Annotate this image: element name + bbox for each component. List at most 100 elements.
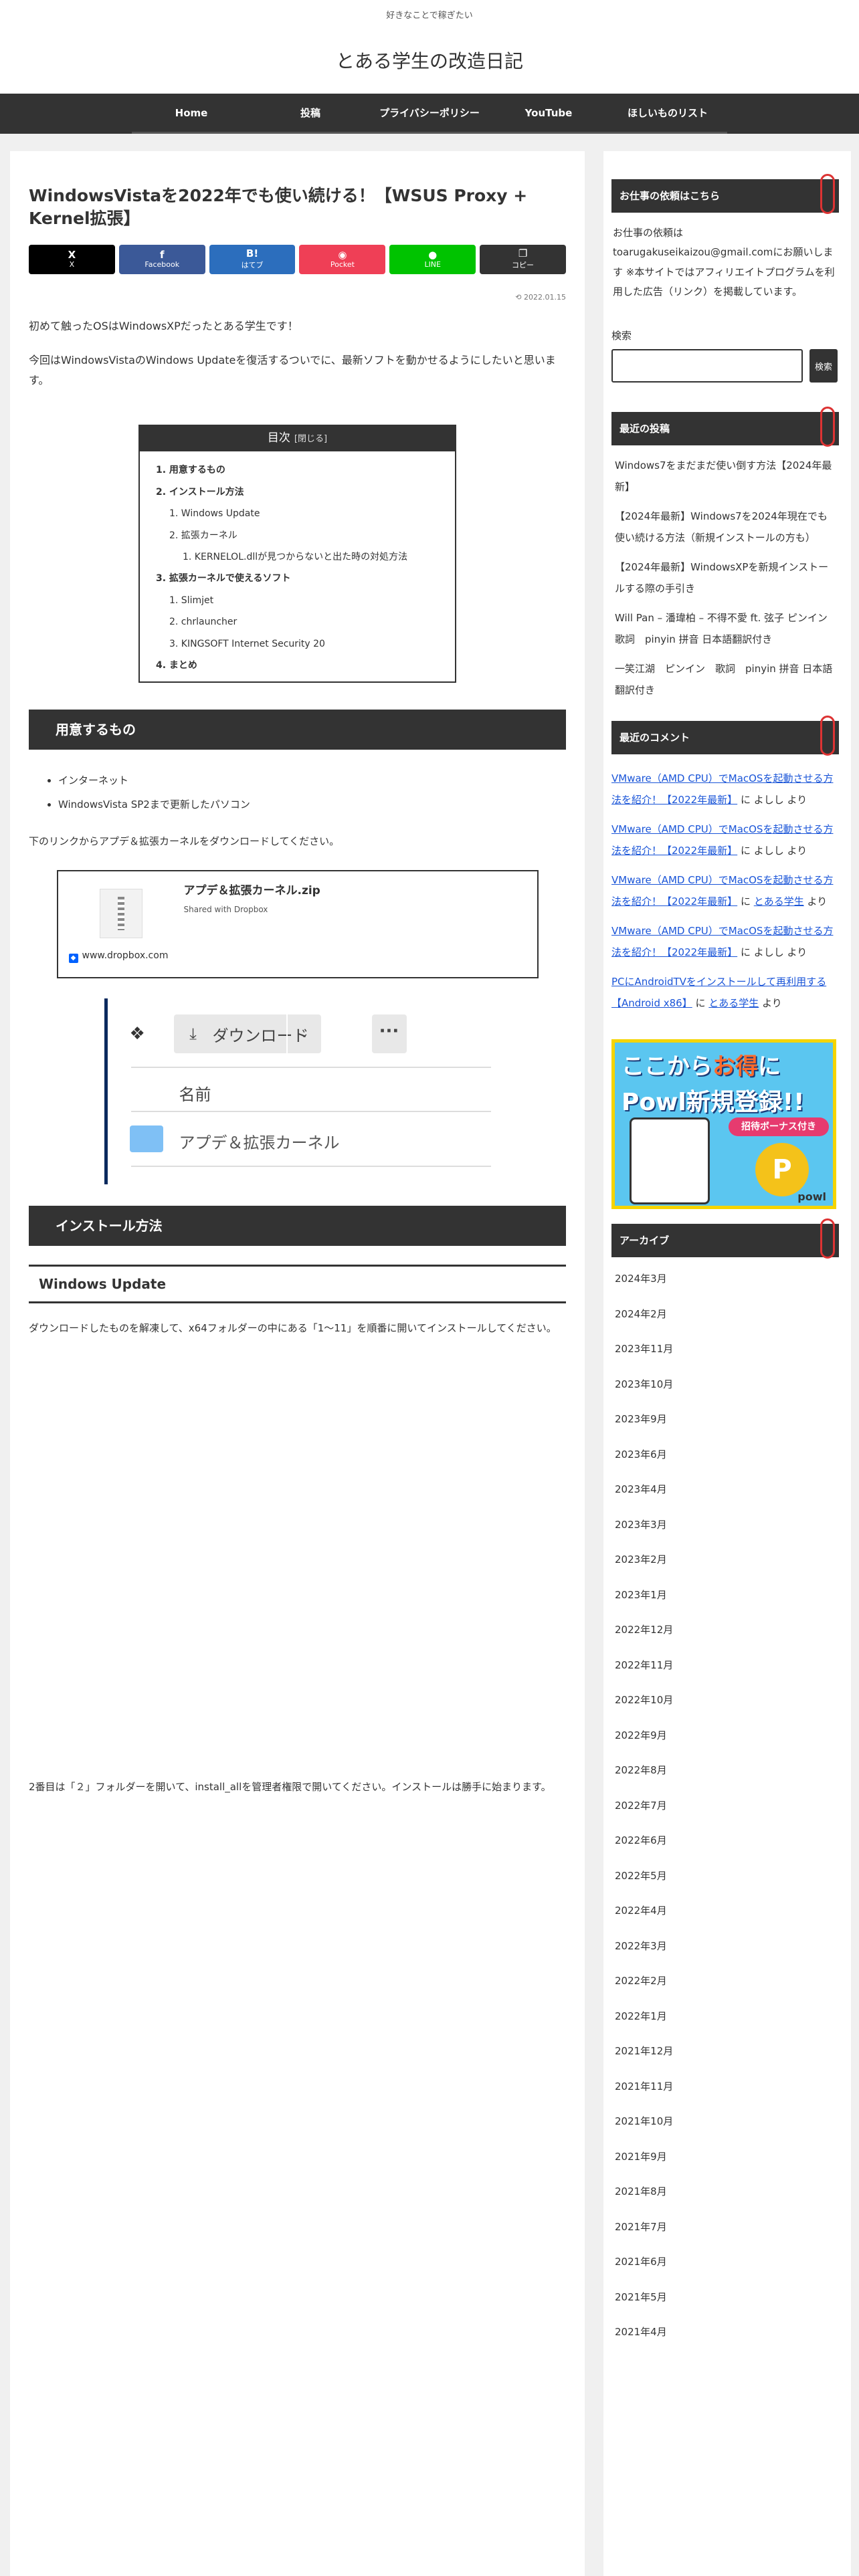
share-icon: X bbox=[68, 248, 76, 261]
toc-item[interactable]: 4. まとめ bbox=[156, 655, 443, 676]
dropbox-subtitle: Shared with Dropbox bbox=[183, 905, 268, 915]
share-button-line[interactable]: ● LINE bbox=[389, 244, 476, 274]
archive-link[interactable]: 2022年6月 bbox=[615, 1828, 839, 1864]
share-icon: ❐ bbox=[518, 247, 528, 260]
archive-link[interactable]: 2021年5月 bbox=[615, 2285, 839, 2321]
archive-link[interactable]: 2024年2月 bbox=[615, 1302, 839, 1337]
more-icon: ··· bbox=[371, 1014, 407, 1054]
banner-headline: ここからお得に bbox=[622, 1048, 781, 1081]
archive-link[interactable]: 2021年11月 bbox=[615, 2074, 839, 2110]
widget-title: アーカイブ bbox=[619, 1235, 670, 1247]
archive-link[interactable]: 2023年10月 bbox=[615, 1372, 839, 1408]
nav-item-posts[interactable]: 投稿 bbox=[251, 94, 370, 134]
toc-item[interactable]: 1. Slimjet bbox=[156, 590, 443, 611]
widget-header-recent-posts: 最近の投稿 bbox=[611, 407, 839, 447]
toc-item[interactable]: 2. インストール方法 bbox=[156, 481, 443, 503]
archive-link[interactable]: 2021年6月 bbox=[615, 2250, 839, 2285]
archive-link[interactable]: 2022年10月 bbox=[615, 1688, 839, 1723]
nav-item-privacy[interactable]: プライバシーポリシー bbox=[370, 94, 489, 134]
dropbox-file-name: アプデ＆拡張カーネル.zip bbox=[183, 884, 320, 898]
toc-item[interactable]: 3. KINGSOFT Internet Security 20 bbox=[156, 633, 443, 655]
widget-title: 最近の投稿 bbox=[619, 423, 670, 435]
archive-link[interactable]: 2023年1月 bbox=[615, 1583, 839, 1618]
share-icon: B! bbox=[246, 247, 259, 260]
toc-item[interactable]: 1. 用意するもの bbox=[156, 459, 443, 481]
archive-link[interactable]: 2024年3月 bbox=[615, 1267, 839, 1302]
recent-post-link[interactable]: Will Pan – 潘瑋柏 – 不得不愛 ft. 弦子 ピンイン 歌詞 pin… bbox=[615, 607, 839, 650]
archive-link[interactable]: 2022年5月 bbox=[615, 1864, 839, 1899]
archive-link[interactable]: 2021年8月 bbox=[615, 2179, 839, 2215]
recent-post-link[interactable]: 一笑江湖 ピンイン 歌詞 pinyin 拼音 日本語翻訳付き bbox=[615, 658, 839, 701]
toc-item[interactable]: 2. chrlauncher bbox=[156, 611, 443, 633]
archive-link[interactable]: 2022年3月 bbox=[615, 1934, 839, 1969]
archive-link[interactable]: 2022年9月 bbox=[615, 1723, 839, 1759]
share-button-x[interactable]: XX bbox=[29, 244, 115, 274]
nav-item-home[interactable]: Home bbox=[132, 94, 251, 134]
heading-windows-update: Windows Update bbox=[29, 1265, 566, 1304]
nav-item-wishlist[interactable]: ほしいものリスト bbox=[608, 94, 727, 134]
dropbox-icon: ◆ bbox=[68, 954, 78, 964]
search-button[interactable]: 検索 bbox=[809, 349, 838, 383]
dropbox-link-card[interactable]: アプデ＆拡張カーネル.zip Shared with Dropbox ◆ www.… bbox=[56, 870, 539, 979]
heading-install: インストール方法 bbox=[29, 1206, 566, 1247]
comment-author[interactable]: とある学生 bbox=[754, 895, 804, 907]
archive-link[interactable]: 2021年9月 bbox=[615, 2145, 839, 2180]
banner-text: に bbox=[758, 1053, 781, 1080]
toc-list: 1. 用意するもの 2. インストール方法 1. Windows Update 2. … bbox=[138, 451, 456, 683]
dropbox-download-button: ⤓ ダウンロード ⌄ bbox=[173, 1014, 321, 1054]
share-button-pocket[interactable]: ◉ Pocket bbox=[299, 244, 386, 274]
recent-comments-list: VMware（AMD CPU）でMacOSを起動させる方法を紹介！【2022年最… bbox=[611, 768, 839, 1014]
recent-post-link[interactable]: 【2024年最新】WindowsXPを新規インストールする際の手引き bbox=[615, 556, 839, 599]
powl-ad-banner[interactable]: ここからお得に Powl新規登録!! 招待ボーナス付き P powl bbox=[611, 1039, 836, 1209]
share-button-facebook[interactable]: f Facebook bbox=[118, 244, 205, 274]
windows-update-instructions: ダウンロードしたものを解凍して、x64フォルダーの中にある「1〜11」を順番に開… bbox=[29, 1322, 557, 1335]
archive-link[interactable]: 2021年7月 bbox=[615, 2215, 839, 2250]
share-label: はてブ bbox=[241, 260, 264, 270]
table-of-contents: 目次 [閉じる] 1. 用意するもの 2. インストール方法 1. Windows U… bbox=[138, 425, 456, 683]
archive-link[interactable]: 2021年10月 bbox=[615, 2109, 839, 2145]
toc-item[interactable]: 1. Windows Update bbox=[156, 503, 443, 524]
recent-post-link[interactable]: Windows7をまだまだ使い倒す方法【2024年最新】 bbox=[615, 455, 839, 498]
comment-author[interactable]: とある学生 bbox=[708, 997, 759, 1009]
work-contact-text: お仕事の依頼は toarugakuseikaizou@gmail.comにお願い… bbox=[613, 227, 835, 298]
dropbox-site-text: www.dropbox.com bbox=[82, 950, 169, 962]
archive-link[interactable]: 2022年7月 bbox=[615, 1794, 839, 1829]
search-input[interactable] bbox=[611, 349, 803, 383]
archive-link[interactable]: 2022年2月 bbox=[615, 1969, 839, 2004]
paperclip-icon bbox=[820, 1218, 835, 1259]
recent-posts-list: Windows7をまだまだ使い倒す方法【2024年最新】 【2024年最新】Win… bbox=[611, 455, 839, 701]
widget-header-recent-comments: 最近のコメント bbox=[611, 716, 839, 756]
heading-prepare: 用意するもの bbox=[29, 710, 566, 750]
site-title[interactable]: とある学生の改造日記 bbox=[0, 47, 859, 74]
post-date-text: 2022.01.15 bbox=[524, 292, 566, 302]
archive-link[interactable]: 2022年1月 bbox=[615, 2004, 839, 2040]
recent-post-link[interactable]: 【2024年最新】Windows7を2024年現在でも使い続ける方法（新規インス… bbox=[615, 506, 839, 548]
toc-toggle-button[interactable]: [閉じる] bbox=[294, 434, 327, 444]
archive-link[interactable]: 2023年9月 bbox=[615, 1407, 839, 1442]
archive-link[interactable]: 2022年11月 bbox=[615, 1653, 839, 1689]
nav-item-youtube[interactable]: YouTube bbox=[489, 94, 608, 134]
toc-item[interactable]: 1. KERNELOL.dllが見つからないと出た時の対処方法 bbox=[156, 546, 443, 568]
archive-link[interactable]: 2021年12月 bbox=[615, 2039, 839, 2074]
archive-link[interactable]: 2022年4月 bbox=[615, 1899, 839, 1934]
archive-link[interactable]: 2023年11月 bbox=[615, 1337, 839, 1372]
archive-link[interactable]: 2021年4月 bbox=[615, 2320, 839, 2355]
share-button-コピー[interactable]: ❐ コピー bbox=[480, 244, 566, 274]
comment-tail: より bbox=[783, 845, 807, 857]
widget-header-archive: アーカイブ bbox=[611, 1218, 839, 1259]
toc-item[interactable]: 2. 拡張カーネル bbox=[156, 525, 443, 546]
site-tagline: 好きなことで稼ぎたい bbox=[386, 11, 473, 21]
archive-link[interactable]: 2023年2月 bbox=[615, 1547, 839, 1583]
archive-link[interactable]: 2023年3月 bbox=[615, 1513, 839, 1548]
archive-link[interactable]: 2023年6月 bbox=[615, 1442, 839, 1478]
toc-item[interactable]: 3. 拡張カーネルで使えるソフト bbox=[156, 568, 443, 589]
share-button-はてブ[interactable]: B! はてブ bbox=[209, 244, 296, 274]
archive-link[interactable]: 2023年4月 bbox=[615, 1477, 839, 1513]
dropbox-site: ◆ www.dropbox.com bbox=[68, 950, 169, 964]
share-label: X bbox=[69, 260, 75, 270]
widget-title: お仕事の依頼はこちら bbox=[619, 190, 721, 202]
archive-link[interactable]: 2022年8月 bbox=[615, 1758, 839, 1794]
image-placeholder bbox=[29, 1338, 566, 1762]
archive-link[interactable]: 2022年12月 bbox=[615, 1618, 839, 1653]
comment-tail: より bbox=[803, 895, 828, 907]
